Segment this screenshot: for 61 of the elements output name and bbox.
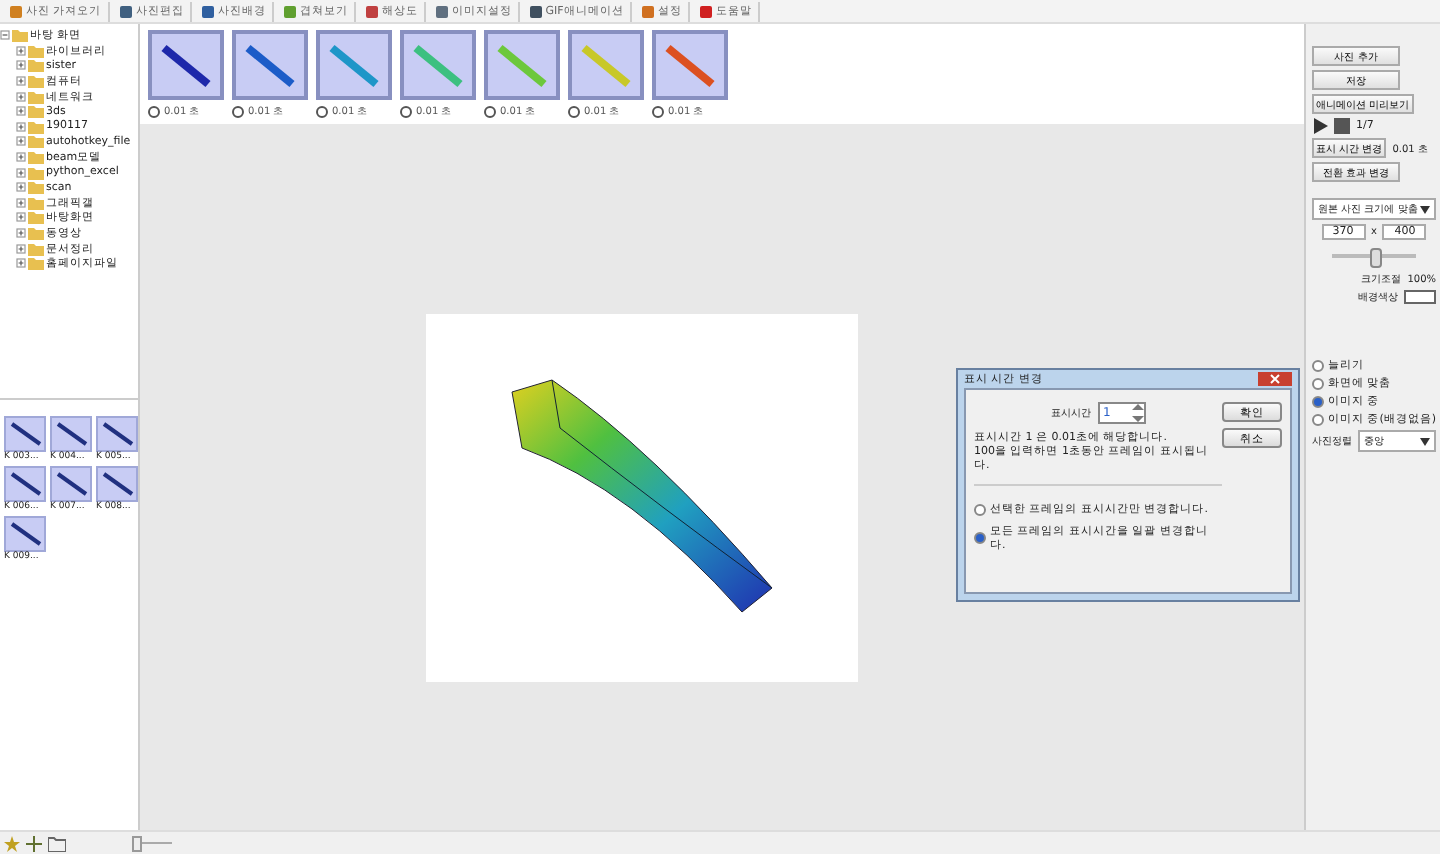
frame-thumbnail[interactable]: [568, 30, 644, 100]
color-swatch[interactable]: [1404, 290, 1436, 304]
expand-icon[interactable]: [16, 91, 26, 102]
collapse-icon[interactable]: [0, 30, 10, 41]
clock-icon: [316, 105, 328, 117]
expand-icon[interactable]: [16, 60, 26, 71]
image-thumbnail[interactable]: [4, 516, 46, 552]
radio-button[interactable]: [1312, 413, 1324, 425]
star-icon: [4, 835, 20, 851]
radio-button[interactable]: [974, 532, 986, 545]
play-icon: [1312, 118, 1328, 134]
beam-icon: [53, 470, 89, 498]
expand-icon[interactable]: [16, 212, 26, 223]
beam-icon: [7, 520, 43, 548]
frame-thumbnail[interactable]: [148, 30, 224, 100]
beam-icon: [99, 470, 135, 498]
expand-icon[interactable]: [16, 167, 26, 178]
spin-arrows-icon: [1131, 404, 1143, 422]
clock-icon: [484, 105, 496, 117]
clock-icon: [400, 105, 412, 117]
frame-thumbnail[interactable]: [316, 30, 392, 100]
frame-thumbnail[interactable]: [652, 30, 728, 100]
clock-icon: [148, 105, 160, 117]
image-thumbnail[interactable]: [96, 416, 138, 452]
stop-icon: [1334, 118, 1350, 134]
expand-icon[interactable]: [16, 243, 26, 254]
clock-icon: [568, 105, 580, 117]
expand-icon[interactable]: [16, 76, 26, 87]
expand-icon[interactable]: [16, 228, 26, 239]
expand-icon[interactable]: [16, 182, 26, 193]
beam-icon: [53, 420, 89, 448]
radio-button[interactable]: [974, 503, 986, 516]
frame-thumbnail[interactable]: [232, 30, 308, 100]
expand-icon[interactable]: [16, 106, 26, 117]
expand-icon[interactable]: [16, 136, 26, 147]
expand-icon[interactable]: [16, 121, 26, 132]
caret-icon: [1420, 437, 1430, 445]
close-button[interactable]: [1258, 372, 1292, 386]
image-thumbnail[interactable]: [50, 416, 92, 452]
radio-button[interactable]: [1312, 377, 1324, 389]
image-thumbnail[interactable]: [4, 416, 46, 452]
slider-thumb[interactable]: [1370, 248, 1382, 268]
frame-thumbnail[interactable]: [400, 30, 476, 100]
radio-button[interactable]: [1312, 395, 1324, 407]
expand-icon[interactable]: [16, 152, 26, 163]
beam-icon: [7, 420, 43, 448]
image-thumbnail[interactable]: [50, 466, 92, 502]
clock-icon: [232, 105, 244, 117]
folder-icon: [48, 835, 66, 851]
expand-icon[interactable]: [16, 45, 26, 56]
radio-button[interactable]: [1312, 359, 1324, 371]
beam-icon: [7, 470, 43, 498]
expand-icon[interactable]: [16, 258, 26, 269]
expand-icon[interactable]: [16, 197, 26, 208]
image-thumbnail[interactable]: [96, 466, 138, 502]
beam-icon: [99, 420, 135, 448]
close-icon: [1270, 374, 1280, 384]
frame-thumbnail[interactable]: [484, 30, 560, 100]
clock-icon: [652, 105, 664, 117]
image-thumbnail[interactable]: [4, 466, 46, 502]
caret-icon: [1420, 205, 1430, 213]
